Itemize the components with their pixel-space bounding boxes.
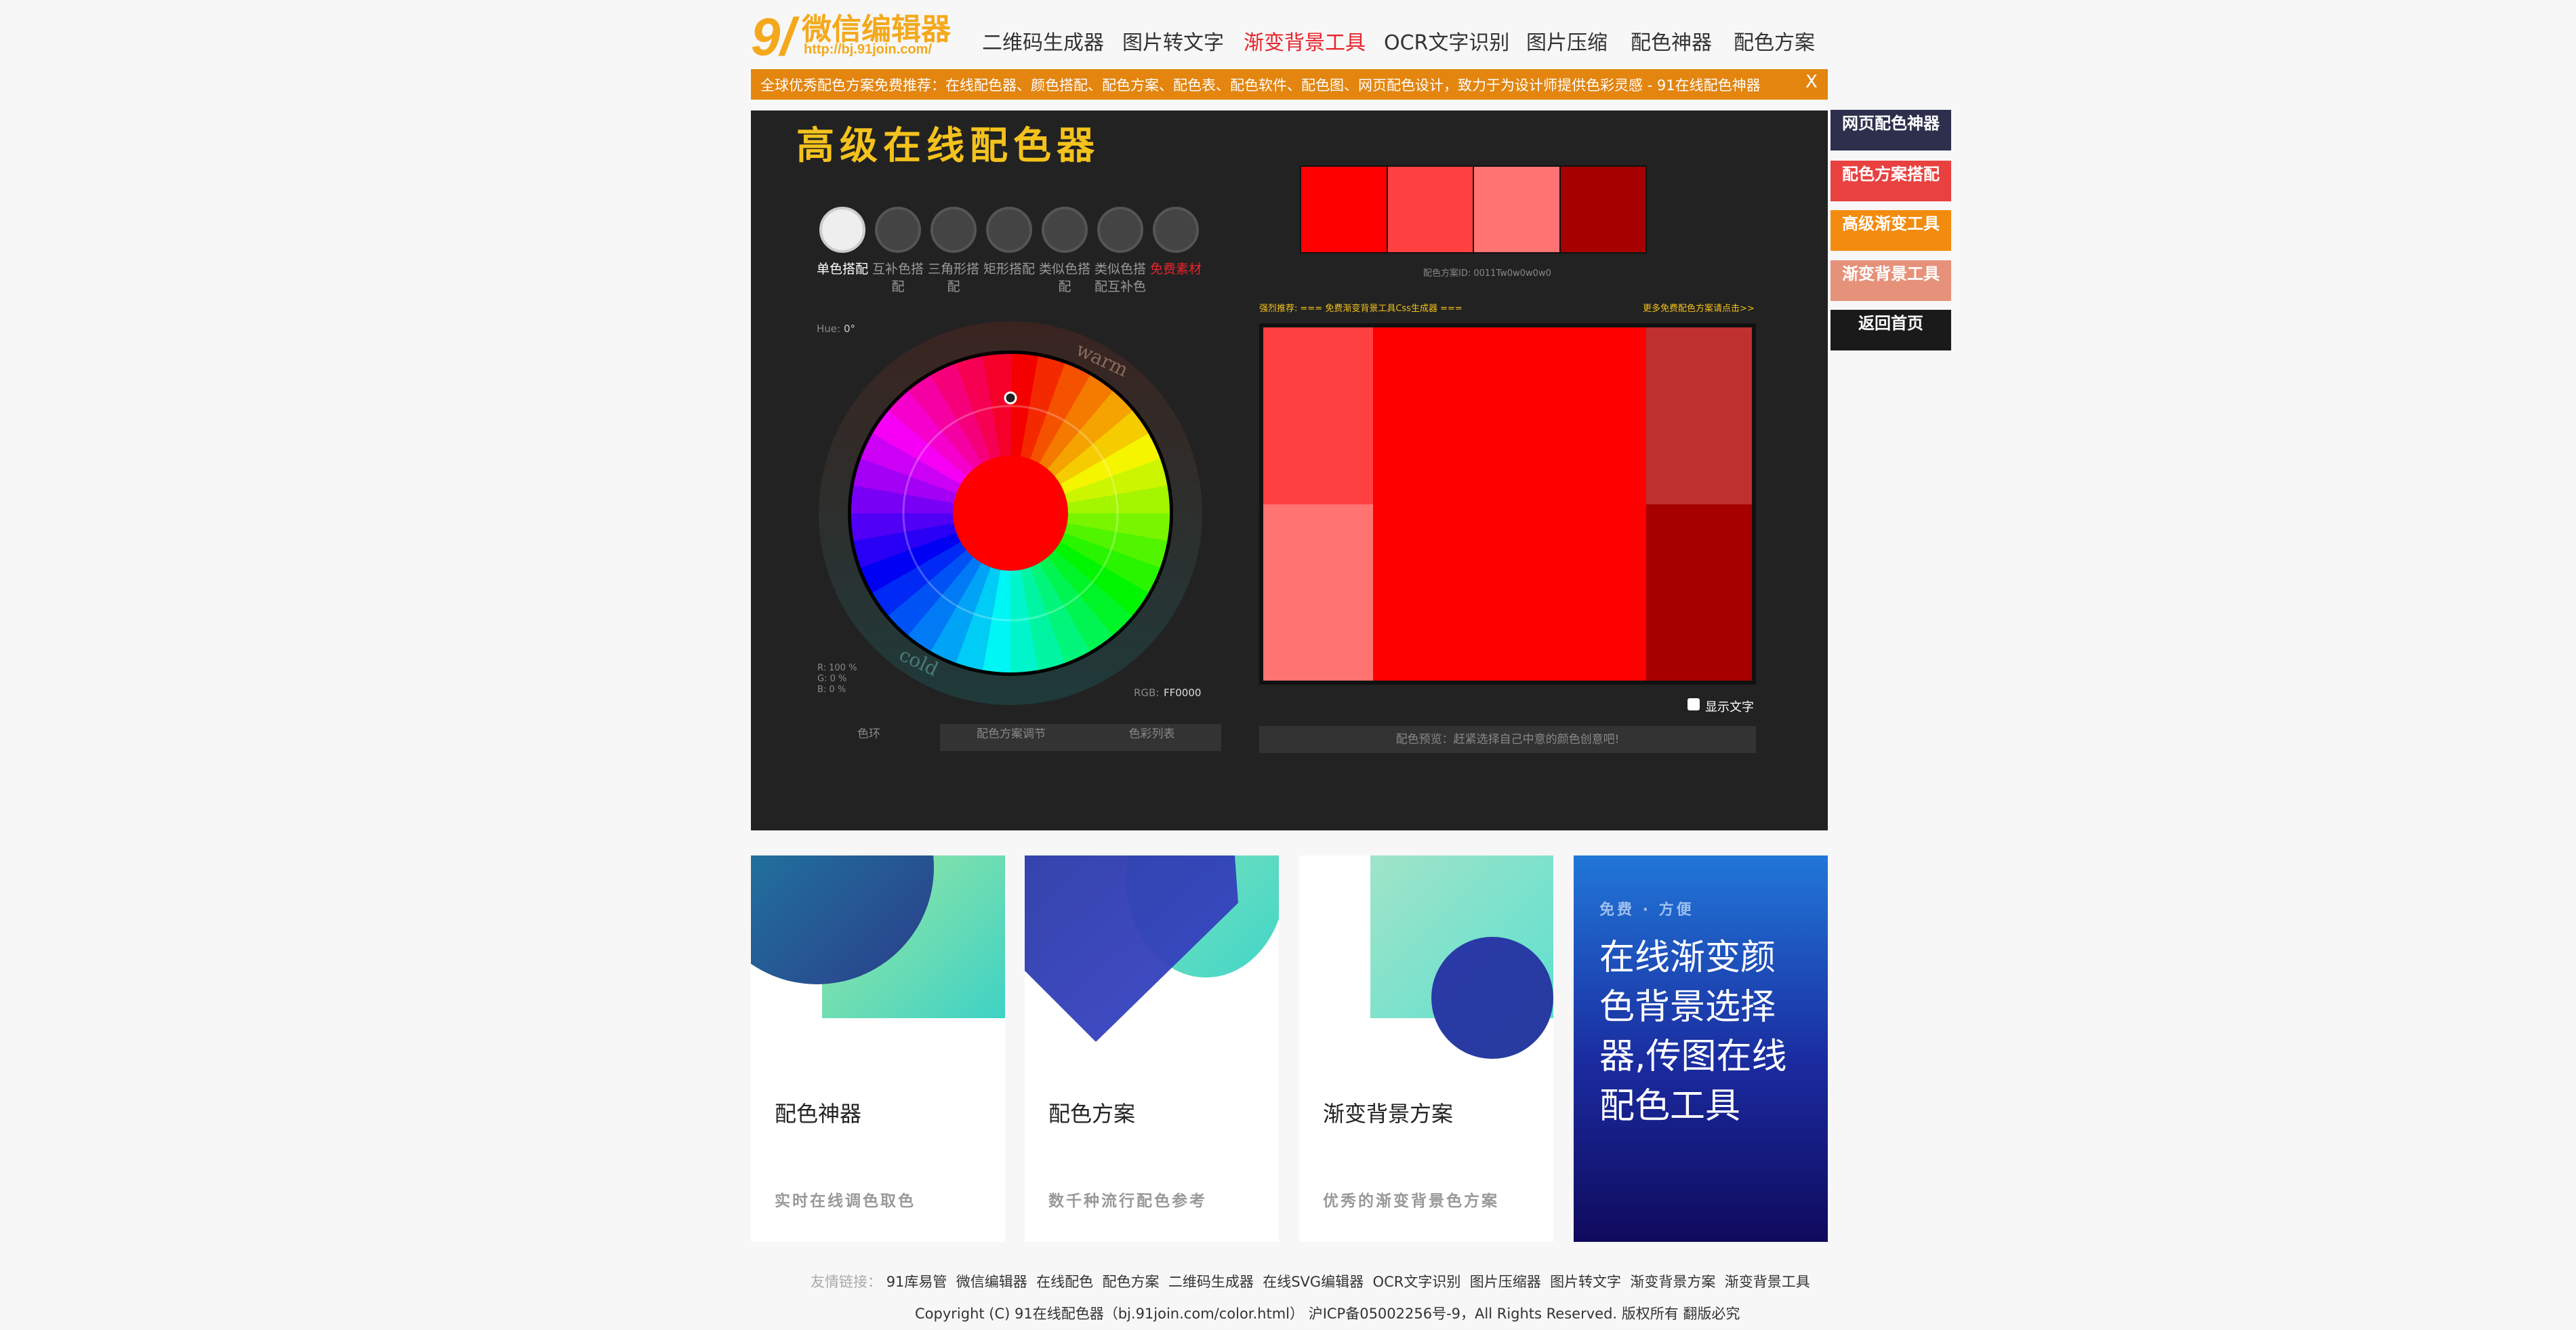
scheme-complement-button[interactable] [875, 207, 921, 253]
footer-link[interactable]: 渐变背景工具 [1725, 1274, 1810, 1290]
nav-ocr[interactable]: OCR文字识别 [1384, 26, 1509, 56]
card-graphic-diamond [1025, 855, 1238, 1042]
preview-block-top-right [1646, 327, 1752, 504]
side-scheme-button[interactable]: 配色方案搭配 [1831, 161, 1951, 201]
banner-close-button[interactable]: X [1805, 72, 1818, 92]
footer-links-label: 友情链接： [811, 1274, 882, 1290]
rgb-g: G: 0 % [817, 674, 847, 684]
scheme-label-free[interactable]: 免费素材 [1149, 260, 1203, 278]
footer-link[interactable]: 91库易管 [886, 1274, 947, 1290]
scheme-tetrad-button[interactable] [986, 207, 1032, 253]
rgb-value: FF0000 [1164, 687, 1202, 699]
nav-color-tool[interactable]: 配色神器 [1631, 26, 1712, 56]
nav-color-scheme[interactable]: 配色方案 [1734, 26, 1815, 56]
card-subtitle: 数千种流行配色参考 [1048, 1192, 1207, 1210]
show-text-label[interactable]: 显示文字 [1705, 698, 1754, 715]
scheme-label-analogic[interactable]: 类似色搭配 [1038, 260, 1092, 296]
logo-mark[interactable]: 9/ [751, 10, 800, 63]
logo-url: http://bj.91join.com/ [804, 42, 932, 57]
tab-color-wheel[interactable]: 色环 [822, 724, 916, 751]
card-gradient-scheme[interactable]: 渐变背景方案 优秀的渐变背景色方案 [1299, 855, 1553, 1242]
card-subtitle: 优秀的渐变背景色方案 [1323, 1192, 1499, 1210]
recommend-link[interactable]: 强烈推荐: === 免费渐变背景工具Css生成器 === [1259, 301, 1463, 314]
scheme-analogic-button[interactable] [1042, 207, 1088, 253]
scheme-label-complement[interactable]: 互补色搭配 [871, 260, 925, 296]
card-graphic-circle [1431, 937, 1553, 1059]
show-text-checkbox[interactable] [1688, 698, 1700, 710]
nav-image-to-text[interactable]: 图片转文字 [1122, 26, 1224, 56]
preview-hint: 配色预览：赶紧选择自己中意的颜色创意吧! [1259, 726, 1756, 753]
more-schemes-link[interactable]: 更多免费配色方案请点击>> [1643, 301, 1755, 314]
nav-gradient-tool[interactable]: 渐变背景工具 [1244, 26, 1366, 56]
card-title: 配色神器 [775, 1101, 862, 1127]
scheme-label-mono[interactable]: 单色搭配 [815, 260, 870, 278]
color-wheel[interactable] [817, 320, 1204, 706]
rgb-label: RGB: [1134, 687, 1160, 699]
footer-link[interactable]: 在线配色 [1036, 1274, 1093, 1290]
promo-text: 在线渐变颜色背景选择器,传图在线配色工具 [1599, 938, 1787, 1127]
nav-qrcode[interactable]: 二维码生成器 [982, 26, 1104, 56]
scheme-label-accented[interactable]: 类似色搭配互补色 [1093, 260, 1147, 296]
preview-block-bottom-right [1646, 504, 1752, 681]
scheme-free-material-button[interactable] [1153, 207, 1199, 253]
scheme-accented-analogic-button[interactable] [1097, 207, 1143, 253]
side-web-color-button[interactable]: 网页配色神器 [1831, 110, 1951, 150]
color-preview [1259, 323, 1756, 685]
copyright: Copyright (C) 91在线配色器（bj.91join.com/colo… [915, 1306, 1740, 1322]
palette-swatch[interactable] [1387, 167, 1474, 252]
footer-link[interactable]: 二维码生成器 [1168, 1274, 1254, 1290]
footer-link[interactable]: 图片转文字 [1550, 1274, 1621, 1290]
palette-swatch[interactable] [1301, 167, 1388, 252]
footer-link[interactable]: 在线SVG编辑器 [1263, 1274, 1364, 1290]
banner-text[interactable]: 全球优秀配色方案免费推荐：在线配色器、颜色搭配、配色方案、配色表、配色软件、配色… [760, 75, 1761, 95]
footer-links: 友情链接： 91库易管 微信编辑器 在线配色 配色方案 二维码生成器 在线SVG… [811, 1271, 1810, 1291]
palette-strip [1300, 165, 1647, 254]
promo-tag: 免费 · 方便 [1599, 902, 1694, 919]
scheme-id: 配色方案ID: 0011Tw0w0w0w0 [1423, 268, 1551, 279]
side-gradient-tool-button[interactable]: 高级渐变工具 [1831, 210, 1951, 251]
tab-scheme-adjust[interactable]: 配色方案调节 [940, 724, 1082, 751]
card-subtitle: 实时在线调色取色 [775, 1192, 916, 1210]
tool-title: 高级在线配色器 [796, 123, 1100, 168]
promo-card[interactable]: 免费 · 方便 在线渐变颜色背景选择器,传图在线配色工具 [1574, 855, 1828, 1242]
footer-link[interactable]: 渐变背景方案 [1630, 1274, 1715, 1290]
scheme-label-triad[interactable]: 三角形搭配 [926, 260, 981, 296]
side-gradient-bg-button[interactable]: 渐变背景工具 [1831, 260, 1951, 301]
palette-swatch[interactable] [1474, 167, 1561, 252]
card-color-scheme[interactable]: 配色方案 数千种流行配色参考 [1025, 855, 1279, 1242]
footer-link[interactable]: 图片压缩器 [1470, 1274, 1541, 1290]
preview-block-top-left [1263, 327, 1373, 504]
footer-link[interactable]: 配色方案 [1103, 1274, 1160, 1290]
rgb-b: B: 0 % [817, 685, 846, 695]
scheme-mono-button[interactable] [819, 207, 865, 253]
footer-link[interactable]: OCR文字识别 [1373, 1274, 1461, 1290]
side-home-button[interactable]: 返回首页 [1831, 310, 1951, 350]
scheme-label-tetrad[interactable]: 矩形搭配 [982, 260, 1036, 278]
card-title: 配色方案 [1048, 1101, 1136, 1127]
rgb-r: R: 100 % [817, 663, 857, 673]
tab-color-list[interactable]: 色彩列表 [1082, 724, 1221, 751]
footer-link[interactable]: 微信编辑器 [956, 1274, 1027, 1290]
preview-block-center [1373, 327, 1646, 681]
palette-swatch[interactable] [1560, 167, 1645, 252]
scheme-triad-button[interactable] [931, 207, 977, 253]
preview-block-bottom-left [1263, 504, 1373, 681]
nav-image-compress[interactable]: 图片压缩 [1526, 26, 1608, 56]
card-title: 渐变背景方案 [1323, 1101, 1454, 1127]
card-color-tool[interactable]: 配色神器 实时在线调色取色 [751, 855, 1005, 1242]
